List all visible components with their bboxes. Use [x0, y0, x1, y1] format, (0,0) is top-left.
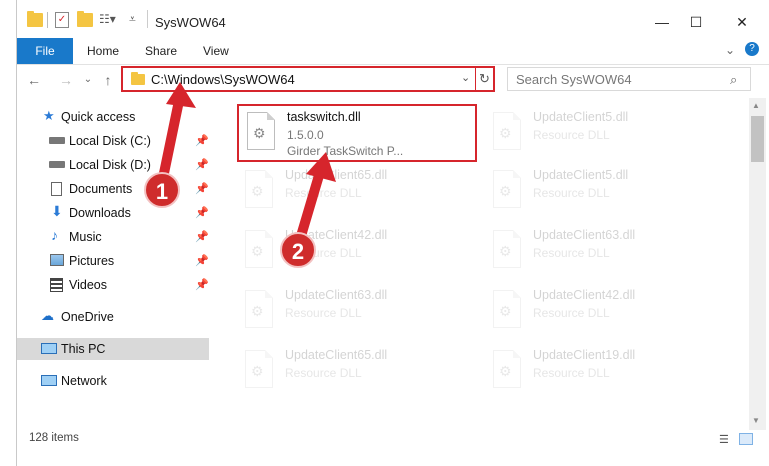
step-badge-1: 1: [144, 172, 180, 208]
arrow-1-head: [166, 82, 196, 108]
annotation-arrows: [158, 82, 336, 241]
arrow-2-head: [306, 152, 336, 182]
arrow-2: [296, 167, 325, 241]
arrow-1: [158, 91, 185, 183]
step-badge-2: 2: [280, 232, 316, 268]
